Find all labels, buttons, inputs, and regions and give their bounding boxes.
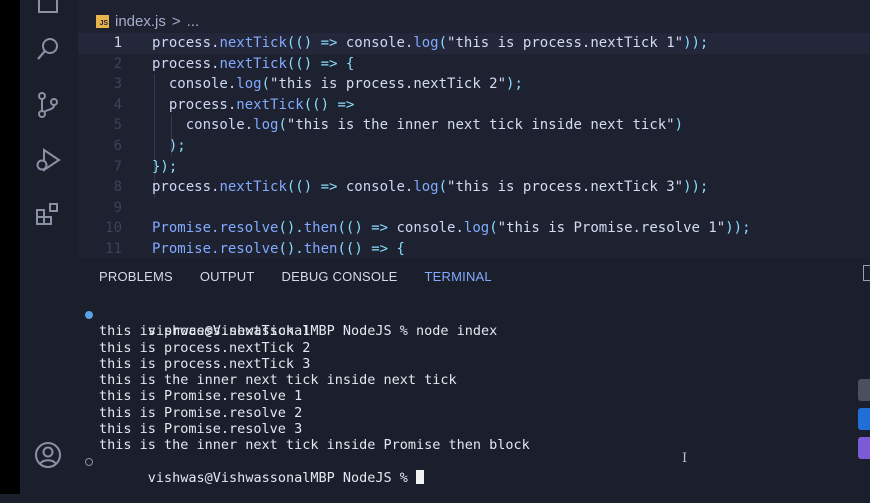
activity-bar xyxy=(20,0,78,494)
code-line[interactable]: 6 ); xyxy=(78,136,870,157)
tab-terminal[interactable]: TERMINAL xyxy=(412,258,506,296)
account-icon[interactable] xyxy=(33,440,63,470)
code-line[interactable]: 9 xyxy=(78,198,870,219)
side-widget-blue[interactable] xyxy=(858,408,870,430)
code-text: process.nextTick(() => console.log("this… xyxy=(152,179,709,196)
line-number: 4 xyxy=(113,96,122,113)
terminal-prompt-line[interactable]: vishwas@VishwassonalMBP NodeJS % xyxy=(78,454,870,486)
code-text: Promise.resolve().then(() => { xyxy=(152,240,405,257)
line-number: 6 xyxy=(113,137,122,154)
terminal-output-line: this is Promise.resolve 1 xyxy=(99,388,303,405)
run-debug-icon[interactable] xyxy=(33,145,63,175)
code-text: console.log("this is process.nextTick 2"… xyxy=(168,76,523,93)
tab-debug-console[interactable]: DEBUG CONSOLE xyxy=(269,258,412,296)
code-text: Promise.resolve().then(() => console.log… xyxy=(152,220,751,237)
search-icon[interactable] xyxy=(33,34,63,64)
terminal-cursor xyxy=(416,469,424,484)
window-edge xyxy=(0,0,20,494)
terminal-output-line: this is process.nextTick 2 xyxy=(99,339,311,356)
line-number: 1 xyxy=(113,35,122,51)
code-text: process.nextTick(() => xyxy=(168,96,355,113)
line-number: 9 xyxy=(113,199,122,216)
side-widget-gray[interactable] xyxy=(858,379,870,401)
command-pending-dot-icon xyxy=(85,457,93,466)
source-control-icon[interactable] xyxy=(33,90,63,120)
side-widget-purple[interactable] xyxy=(858,437,870,459)
text-cursor-icon: I xyxy=(682,451,688,466)
code-text: console.log("this is the inner next tick… xyxy=(185,117,684,134)
bottom-panel: PROBLEMS OUTPUT DEBUG CONSOLE TERMINAL vish… xyxy=(78,258,870,494)
code-text: process.nextTick(() => { xyxy=(152,55,355,72)
breadcrumb-separator: > xyxy=(171,12,181,30)
tab-problems[interactable]: PROBLEMS xyxy=(78,258,187,296)
terminal-output-line: this is the inner next tick inside Promi… xyxy=(99,437,530,454)
line-number: 8 xyxy=(113,179,122,196)
code-line[interactable]: 2 process.nextTick(() => { xyxy=(78,54,870,75)
code-text: process.nextTick(() => console.log("this… xyxy=(152,35,709,51)
code-line[interactable]: 7}); xyxy=(78,157,870,178)
line-number: 11 xyxy=(105,240,122,257)
line-number: 7 xyxy=(113,158,122,175)
code-line[interactable]: 1 process.nextTick(() => console.log("thi… xyxy=(78,33,870,54)
explorer-icon[interactable] xyxy=(33,0,63,16)
code-lines[interactable]: 1 process.nextTick(() => console.log("thi… xyxy=(78,33,870,260)
tab-output[interactable]: OUTPUT xyxy=(187,258,269,296)
code-line[interactable]: 5 console.log("this is the inner next ti… xyxy=(78,115,870,136)
code-editor[interactable]: JS index.js > ... 1 process.nextTick(() =… xyxy=(78,0,870,258)
panel-tabs: PROBLEMS OUTPUT DEBUG CONSOLE TERMINAL xyxy=(78,258,870,296)
panel-maximize-icon[interactable] xyxy=(863,265,870,281)
code-line[interactable]: 8 process.nextTick(() => console.log("thi… xyxy=(78,177,870,198)
code-line[interactable]: 3 console.log("this is process.nextTick … xyxy=(78,74,870,95)
line-number: 10 xyxy=(105,220,122,237)
code-text: ); xyxy=(168,137,186,154)
terminal-command-line: vishwas@VishwassonalMBP NodeJS % node in… xyxy=(78,307,870,339)
line-number: 3 xyxy=(113,76,122,93)
line-number: 5 xyxy=(113,117,122,134)
breadcrumb: JS index.js > ... xyxy=(96,11,199,31)
code-line[interactable]: 4 process.nextTick(() => xyxy=(78,95,870,116)
code-line[interactable]: 11 Promise.resolve().then(() => { xyxy=(78,239,870,260)
terminal-output-line: this is process.nextTick 1 xyxy=(99,323,311,340)
command-success-dot-icon xyxy=(85,311,93,319)
terminal-output-line: this is Promise.resolve 3 xyxy=(99,421,303,438)
terminal[interactable]: vishwas@VishwassonalMBP NodeJS % node in… xyxy=(78,307,870,486)
terminal-output-line: this is Promise.resolve 2 xyxy=(99,404,303,421)
line-number: 2 xyxy=(113,55,122,72)
javascript-file-icon: JS xyxy=(96,14,109,28)
code-line[interactable]: 10 Promise.resolve().then(() => console.l… xyxy=(78,218,870,239)
breadcrumb-file-name[interactable]: index.js xyxy=(115,13,166,30)
terminal-output-line: this is process.nextTick 3 xyxy=(99,355,311,372)
breadcrumb-more[interactable]: ... xyxy=(187,13,200,30)
terminal-output-line: this is the inner next tick inside next … xyxy=(99,372,457,389)
code-text: }); xyxy=(152,158,178,175)
extensions-icon[interactable] xyxy=(33,200,63,230)
